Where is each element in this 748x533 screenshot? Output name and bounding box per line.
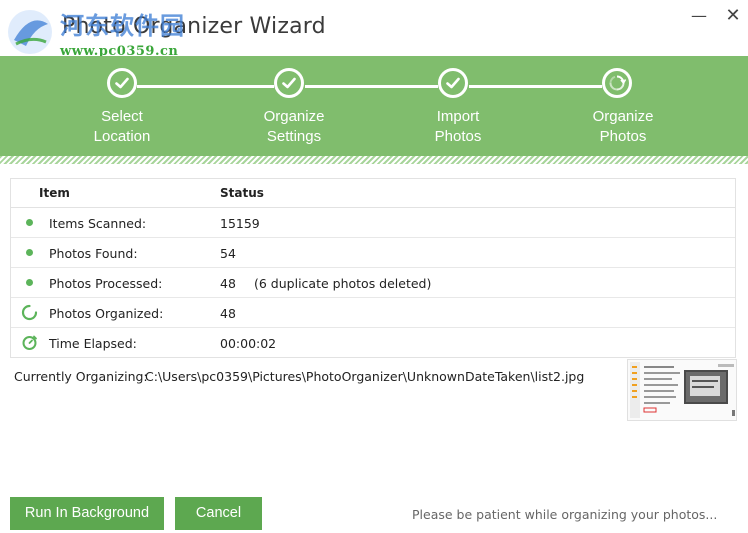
- duplicates-note: (6 duplicate photos deleted): [254, 276, 432, 291]
- column-header-status: Status: [220, 186, 264, 200]
- table-row-photos-processed: Photos Processed: 48 (6 duplicate photos…: [11, 268, 735, 298]
- step-2-label: Organize Settings: [263, 108, 325, 145]
- current-photo-thumbnail: [627, 359, 737, 421]
- currently-organizing-label: Currently Organizing:: [14, 369, 148, 384]
- table-row-items-scanned: Items Scanned: 15159: [11, 208, 735, 238]
- table-header: Item Status: [11, 179, 735, 208]
- patience-hint: Please be patient while organizing your …: [412, 507, 718, 522]
- step-1-done-circle: [107, 68, 137, 98]
- step-4-label: Organize Photos: [592, 108, 654, 145]
- watermark-site-name: 河东软件园: [60, 11, 185, 40]
- check-icon: [115, 77, 129, 89]
- timer-icon: [22, 335, 37, 350]
- spinner-icon: [21, 304, 38, 321]
- table-row-photos-found: Photos Found: 54: [11, 238, 735, 268]
- step-connector: [469, 85, 602, 88]
- cancel-button[interactable]: Cancel: [175, 497, 262, 530]
- table-row-time-elapsed: Time Elapsed: 00:00:02: [11, 328, 735, 357]
- status-table: Item Status Items Scanned: 15159 Photos …: [10, 178, 736, 358]
- green-dot-icon: [21, 214, 38, 231]
- run-in-background-button[interactable]: Run In Background: [10, 497, 164, 530]
- table-row-photos-organized: Photos Organized: 48: [11, 298, 735, 328]
- check-icon: [282, 77, 296, 89]
- close-button[interactable]: ✕: [720, 4, 746, 28]
- step-2-done-circle: [274, 68, 304, 98]
- spinner-icon: [609, 75, 626, 91]
- step-1-label: Select Location: [93, 108, 151, 145]
- photo-preview-image: [628, 360, 736, 420]
- column-header-item: Item: [39, 186, 70, 200]
- green-dot-icon: [21, 244, 38, 261]
- step-3-label: Import Photos: [434, 108, 482, 145]
- step-connector: [305, 85, 438, 88]
- wizard-steps-banner: Select Location Organize Settings Import Ph…: [0, 56, 748, 164]
- currently-organizing-path: C:\Users\pc0359\Pictures\PhotoOrganizer\…: [145, 369, 585, 384]
- step-connector: [137, 85, 274, 88]
- banner-stripe: [0, 156, 748, 164]
- green-dot-icon: [21, 274, 38, 291]
- step-3-done-circle: [438, 68, 468, 98]
- minimize-button[interactable]: —: [686, 4, 712, 28]
- title-bar: Photo Organizer Wizard 河东软件园 www.pc0359.…: [0, 0, 748, 59]
- check-icon: [446, 77, 460, 89]
- step-4-progress-circle: [602, 68, 632, 98]
- watermark-logo-icon: [8, 10, 52, 54]
